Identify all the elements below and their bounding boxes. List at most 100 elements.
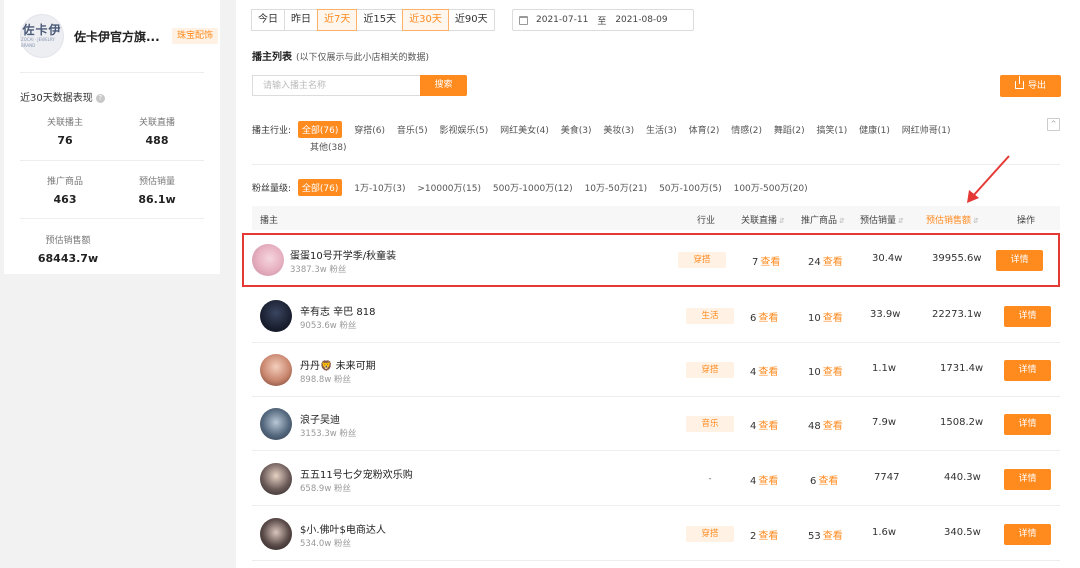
industry-chip[interactable]: 网红帅哥(1) — [902, 123, 951, 136]
industry-badge: 穿搭 — [678, 252, 726, 268]
avatar[interactable] — [260, 463, 292, 495]
revenue-cell: 440.3w — [944, 472, 981, 483]
store-name[interactable]: 佐卡伊官方旗... — [74, 28, 160, 45]
table-row-selected: 蛋蛋10号开学季/秋童装 3387.3w 粉丝 穿搭 7 查看 24 查看 30.4… — [242, 233, 1060, 287]
products-cell: 10 查看 — [808, 367, 843, 378]
fans-chip[interactable]: 100万-500万(20) — [734, 181, 808, 194]
view-lives-link[interactable]: 查看 — [758, 531, 778, 542]
streamer-name[interactable]: 蛋蛋10号开学季/秋童装 — [290, 247, 396, 262]
collapse-filter-button[interactable]: ^ — [1047, 118, 1060, 131]
table-header: 播主 行业 关联直播 ⇵ 推广商品 ⇵ 预估销量 ⇵ 预估销售额 ⇵ 操作 — [252, 206, 1060, 230]
store-logo: 佐卡伊 ZOCAI · JEWELRY BRAND — [20, 14, 64, 58]
th-revenue[interactable]: 预估销售额 ⇵ — [926, 213, 979, 226]
view-products-link[interactable]: 查看 — [823, 421, 843, 432]
industry-chip[interactable]: 搞笑(1) — [817, 123, 848, 136]
industry-chip[interactable]: 生活(3) — [646, 123, 677, 136]
avatar[interactable] — [260, 408, 292, 440]
avatar[interactable] — [260, 300, 292, 332]
view-products-link[interactable]: 查看 — [823, 367, 843, 378]
stat-linked-streamers: 关联播主 76 — [46, 118, 83, 147]
detail-button[interactable]: 详情 — [1004, 306, 1051, 327]
export-button[interactable]: 导出 — [1000, 75, 1061, 97]
detail-button[interactable]: 详情 — [1004, 524, 1051, 545]
tab-30-days[interactable]: 近30天 — [402, 9, 449, 31]
view-products-link[interactable]: 查看 — [823, 313, 843, 324]
view-lives-link[interactable]: 查看 — [758, 476, 778, 487]
th-lives[interactable]: 关联直播 ⇵ — [741, 213, 785, 226]
date-range-picker[interactable]: 2021-07-11 至 2021-08-09 — [512, 9, 694, 31]
streamer-search-input[interactable] — [252, 75, 420, 96]
search-button[interactable]: 搜索 — [420, 75, 467, 96]
detail-button[interactable]: 详情 — [1004, 360, 1051, 381]
industry-chip[interactable]: 全部(76) — [297, 121, 343, 138]
stat-linked-lives: 关联直播 488 — [138, 118, 175, 147]
revenue-cell: 22273.1w — [932, 309, 982, 320]
tab-today[interactable]: 今日 — [251, 9, 285, 31]
avatar[interactable] — [252, 244, 284, 276]
lives-cell: 4 查看 — [750, 421, 779, 432]
industry-chip[interactable]: 情感(2) — [731, 123, 762, 136]
industry-chip[interactable]: 健康(1) — [859, 123, 890, 136]
streamer-name[interactable]: $小.佛叶$电商达人 — [300, 521, 386, 536]
detail-button[interactable]: 详情 — [1004, 469, 1051, 490]
th-products[interactable]: 推广商品 ⇵ — [801, 213, 845, 226]
industry-filter-row2: 其他(38) — [310, 140, 355, 153]
store-header: 佐卡伊 ZOCAI · JEWELRY BRAND 佐卡伊官方旗... 珠宝配饰 — [20, 14, 220, 58]
fans-count: 534.0w 粉丝 — [300, 539, 351, 549]
fans-chip[interactable]: 500万-1000万(12) — [493, 181, 573, 194]
tab-15-days[interactable]: 近15天 — [356, 9, 404, 31]
avatar[interactable] — [260, 518, 292, 550]
tab-7-days[interactable]: 近7天 — [317, 9, 358, 31]
fans-chip[interactable]: >10000万(15) — [417, 181, 481, 194]
stat-estimated-sales: 预估销量 86.1w — [138, 177, 176, 206]
view-products-link[interactable]: 查看 — [823, 257, 843, 268]
streamer-name[interactable]: 丹丹🦁 未来可期 — [300, 357, 376, 372]
store-category-tag: 珠宝配饰 — [172, 28, 219, 44]
tab-90-days[interactable]: 近90天 — [447, 9, 495, 31]
table-row: 五五11号七夕宠粉欢乐购 658.9w 粉丝 - 4 查看 6 查看 7747 44… — [252, 452, 1060, 506]
products-cell: 6 查看 — [810, 476, 839, 487]
sales-cell: 1.1w — [872, 363, 897, 374]
sales-cell: 1.6w — [872, 527, 897, 538]
fans-chip[interactable]: 1万-10万(3) — [354, 181, 405, 194]
tab-yesterday[interactable]: 昨日 — [284, 9, 318, 31]
detail-button[interactable]: 详情 — [996, 250, 1043, 271]
industry-badge: 音乐 — [686, 416, 734, 432]
revenue-cell: 1508.2w — [940, 417, 984, 428]
sales-cell: 7.9w — [872, 417, 897, 428]
streamer-name[interactable]: 浪子吴迪 — [300, 411, 340, 426]
table-row: 浪子吴迪 3153.3w 粉丝 音乐 4 查看 48 查看 7.9w 1508.2w… — [252, 397, 1060, 451]
lives-cell: 4 查看 — [750, 367, 779, 378]
fans-chip[interactable]: 50万-100万(5) — [659, 181, 722, 194]
store-panel: 佐卡伊 ZOCAI · JEWELRY BRAND 佐卡伊官方旗... 珠宝配饰… — [4, 0, 220, 274]
industry-chip[interactable]: 舞蹈(2) — [774, 123, 805, 136]
detail-button[interactable]: 详情 — [1004, 414, 1051, 435]
industry-chip[interactable]: 体育(2) — [689, 123, 720, 136]
fans-chip[interactable]: 全部(76) — [297, 179, 343, 196]
industry-chip[interactable]: 网红美女(4) — [500, 123, 549, 136]
info-icon[interactable]: ? — [95, 94, 105, 103]
industry-chip[interactable]: 音乐(5) — [397, 123, 428, 136]
streamer-name[interactable]: 辛有志 辛巴 818 — [300, 303, 375, 318]
view-lives-link[interactable]: 查看 — [758, 367, 778, 378]
industry-chip[interactable]: 美妆(3) — [603, 123, 634, 136]
avatar[interactable] — [260, 354, 292, 386]
lives-cell: 7 查看 — [752, 257, 781, 268]
industry-chip[interactable]: 其他(38) — [310, 140, 346, 153]
lives-cell: 4 查看 — [750, 476, 779, 487]
fans-chip[interactable]: 10万-50万(21) — [585, 181, 648, 194]
divider — [20, 160, 204, 161]
industry-chip[interactable]: 影视娱乐(5) — [440, 123, 489, 136]
streamer-name[interactable]: 五五11号七夕宠粉欢乐购 — [300, 466, 413, 481]
view-lives-link[interactable]: 查看 — [758, 313, 778, 324]
export-icon — [1014, 76, 1024, 89]
sales-cell: 30.4w — [872, 253, 903, 264]
th-sales[interactable]: 预估销量 ⇵ — [860, 213, 904, 226]
view-products-link[interactable]: 查看 — [818, 476, 838, 487]
view-products-link[interactable]: 查看 — [823, 531, 843, 542]
industry-chip[interactable]: 美食(3) — [561, 123, 592, 136]
view-lives-link[interactable]: 查看 — [758, 421, 778, 432]
view-lives-link[interactable]: 查看 — [760, 257, 780, 268]
stat-promoted-products: 推广商品 463 — [46, 177, 83, 206]
industry-chip[interactable]: 穿搭(6) — [354, 123, 385, 136]
